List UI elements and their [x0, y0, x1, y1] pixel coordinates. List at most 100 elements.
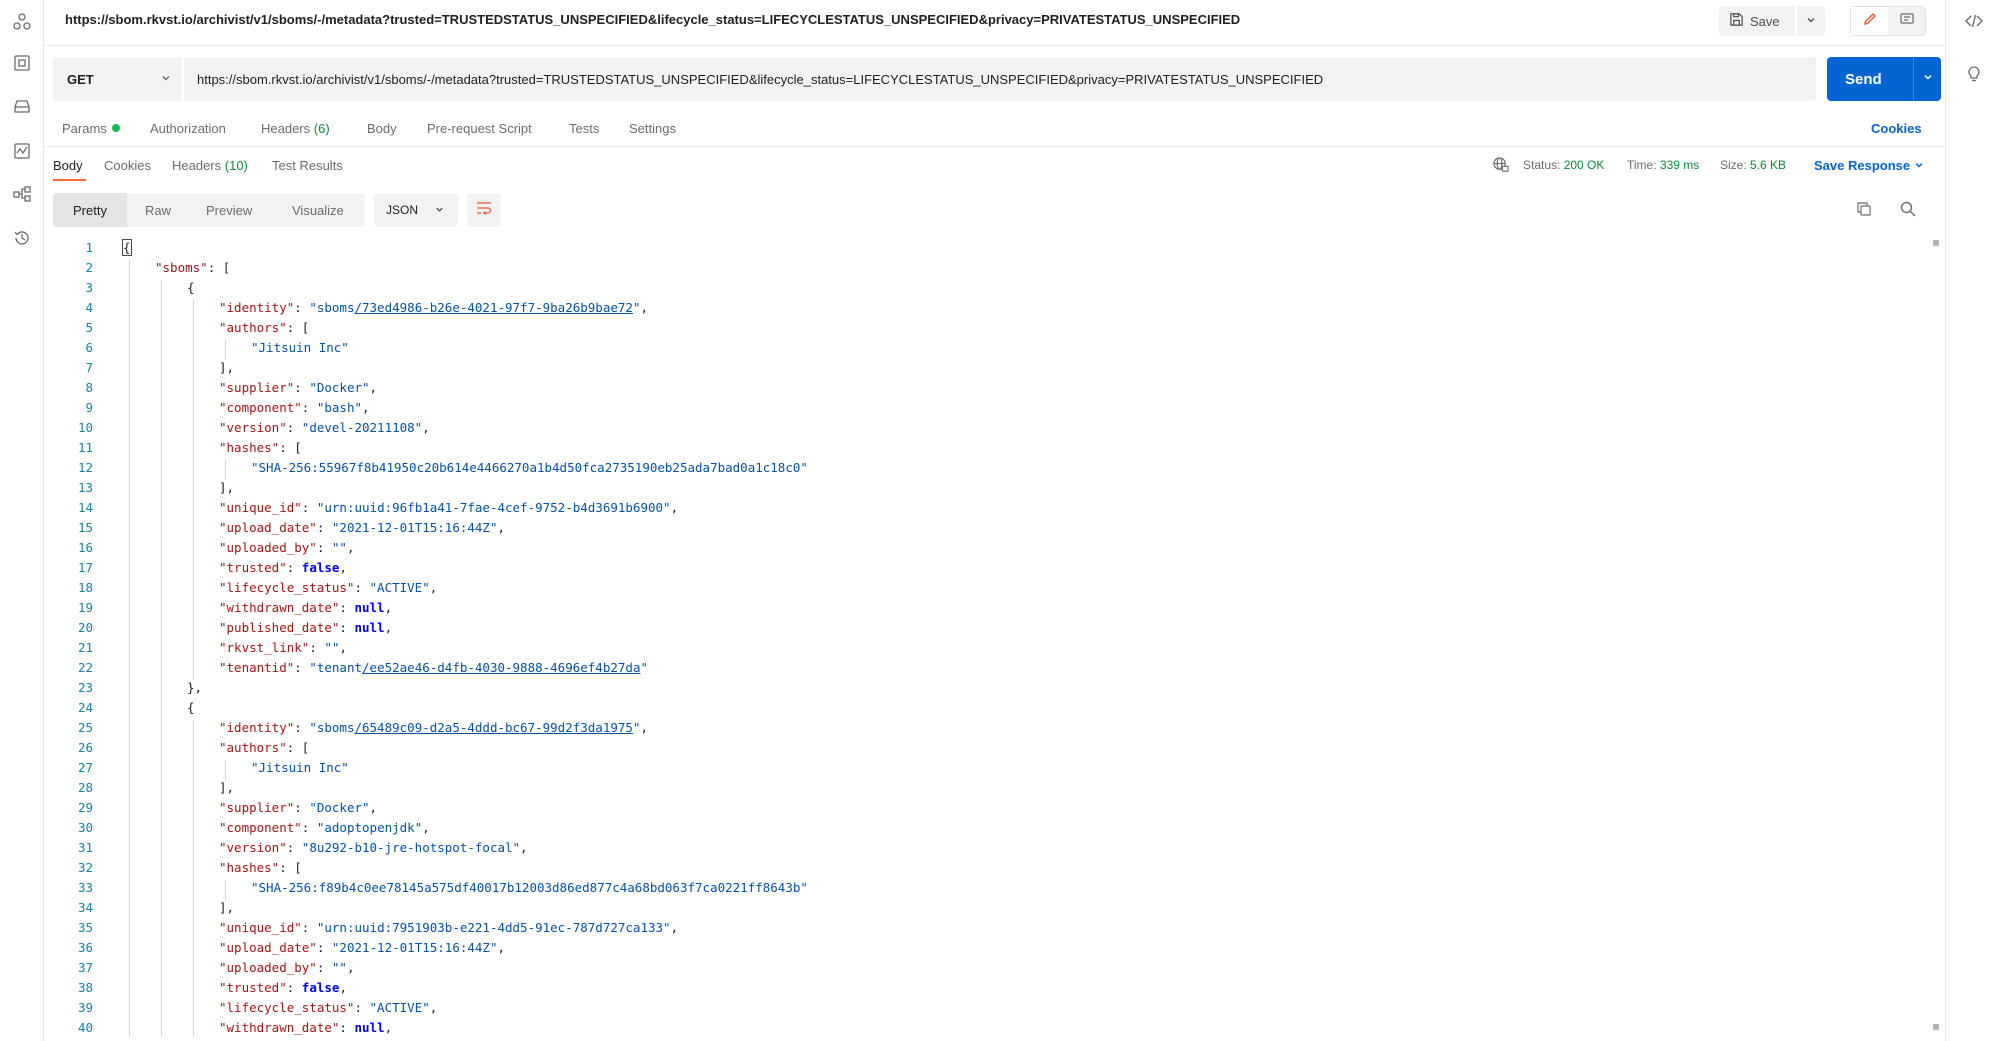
- json-punctuation: },: [187, 680, 203, 695]
- code-line: 39 "lifecycle_status": "ACTIVE",: [53, 998, 1933, 1018]
- code-text: {: [187, 698, 195, 718]
- code-line: 27 "Jitsuin Inc": [53, 758, 1933, 778]
- code-line: 10 "version": "devel-20211108",: [53, 418, 1933, 438]
- json-link[interactable]: /ee52ae46-d4fb-4030-9888-4696ef4b27da: [362, 660, 640, 675]
- cookies-link[interactable]: Cookies: [1871, 121, 1922, 136]
- history-icon[interactable]: [12, 228, 32, 248]
- json-punctuation: ,: [497, 520, 506, 535]
- code-text: "upload_date": "2021-12-01T15:16:44Z",: [219, 938, 505, 958]
- edit-mode-button[interactable]: [1851, 7, 1888, 35]
- tab-body[interactable]: Body: [367, 121, 397, 136]
- json-key: "authors": [219, 740, 287, 755]
- save-response-button[interactable]: Save Response: [1814, 158, 1924, 173]
- tab-params[interactable]: Params: [62, 121, 120, 136]
- tab-tests[interactable]: Tests: [569, 121, 599, 136]
- json-value: "2021-12-01T15:16:44Z": [331, 520, 498, 535]
- code-text: "identity": "sboms/65489c09-d2a5-4ddd-bc…: [219, 718, 648, 738]
- json-value: "ACTIVE": [369, 1000, 430, 1015]
- request-title[interactable]: https://sbom.rkvst.io/archivist/v1/sboms…: [65, 12, 1240, 27]
- json-punctuation: :: [339, 620, 355, 635]
- line-number: 10: [77, 420, 93, 435]
- save-button[interactable]: Save: [1719, 6, 1795, 36]
- code-line: 13],: [53, 478, 1933, 498]
- json-key: "component": [219, 400, 302, 415]
- line-number: 40: [77, 1020, 93, 1035]
- time-label: Time:: [1627, 158, 1657, 172]
- json-key: "sboms": [155, 260, 208, 275]
- line-number: 18: [77, 580, 93, 595]
- send-options-dropdown[interactable]: [1913, 57, 1941, 101]
- json-key: "supplier": [219, 380, 295, 395]
- save-label: Save: [1750, 13, 1780, 29]
- json-punctuation: :: [286, 980, 302, 995]
- json-key: "upload_date": [219, 940, 317, 955]
- line-number: 29: [77, 800, 93, 815]
- comments-button[interactable]: [1888, 7, 1925, 35]
- json-punctuation: ,: [384, 1020, 393, 1035]
- time-value: 339 ms: [1659, 158, 1700, 172]
- flows-icon[interactable]: [12, 184, 32, 204]
- view-preview-button[interactable]: Preview: [206, 193, 252, 227]
- json-punctuation: ,: [640, 300, 648, 315]
- tab-response-cookies[interactable]: Cookies: [104, 158, 151, 173]
- json-punctuation: :: [339, 600, 355, 615]
- tab-pre-request-script[interactable]: Pre-request Script: [427, 121, 532, 136]
- tab-authorization[interactable]: Authorization: [150, 121, 226, 136]
- collections-icon[interactable]: [12, 12, 32, 32]
- code-line: 1{: [53, 238, 1933, 258]
- format-select[interactable]: JSON: [374, 193, 458, 227]
- json-punctuation: :: [294, 300, 310, 315]
- response-time: Time: 339 ms: [1627, 158, 1699, 172]
- wrap-lines-button[interactable]: [467, 193, 501, 227]
- code-icon[interactable]: [1964, 11, 1984, 31]
- code-text: "sboms": [: [155, 258, 230, 278]
- search-icon[interactable]: [1899, 200, 1919, 220]
- code-line: 32 "hashes": [: [53, 858, 1933, 878]
- line-number: 22: [77, 660, 93, 675]
- copy-icon[interactable]: [1855, 200, 1875, 220]
- line-number: 37: [77, 960, 93, 975]
- json-value: "SHA-256:f89b4c0ee78145a575df40017b12003…: [251, 880, 808, 895]
- tab-settings[interactable]: Settings: [629, 121, 676, 136]
- response-body-viewer[interactable]: 1{2 "sboms": [3{4 "identity": "sboms/73ed4…: [53, 236, 1945, 1036]
- save-options-dropdown[interactable]: [1797, 6, 1825, 36]
- json-punctuation: : [: [279, 440, 302, 455]
- view-raw-button[interactable]: Raw: [145, 193, 171, 227]
- json-punctuation: ],: [219, 480, 235, 495]
- request-url-input[interactable]: https://sbom.rkvst.io/archivist/v1/sboms…: [184, 57, 1816, 101]
- tab-response-headers[interactable]: Headers (10): [172, 158, 248, 173]
- json-punctuation: ,: [369, 380, 378, 395]
- environments-icon[interactable]: [12, 53, 32, 73]
- code-text: "supplier": "Docker",: [219, 798, 377, 818]
- json-key: "published_date": [219, 620, 340, 635]
- globe-icon[interactable]: [1492, 156, 1509, 178]
- tab-response-body[interactable]: Body: [53, 158, 83, 173]
- lightbulb-icon[interactable]: [1964, 63, 1984, 83]
- json-punctuation: :: [316, 960, 332, 975]
- line-number: 32: [77, 860, 93, 875]
- code-line: 11 "hashes": [: [53, 438, 1933, 458]
- json-link[interactable]: /65489c09-d2a5-4ddd-bc67-99d2f3da1975: [354, 720, 632, 735]
- json-key: "identity": [219, 300, 295, 315]
- json-punctuation: ,: [384, 600, 393, 615]
- json-key: "identity": [219, 720, 295, 735]
- code-line: 18 "lifecycle_status": "ACTIVE",: [53, 578, 1933, 598]
- json-punctuation: :: [294, 800, 310, 815]
- tab-test-results[interactable]: Test Results: [272, 158, 343, 173]
- line-number: 6: [85, 340, 93, 355]
- monitors-icon[interactable]: [12, 141, 32, 161]
- json-punctuation: {: [122, 239, 132, 256]
- view-pretty-button[interactable]: Pretty: [53, 193, 127, 227]
- line-number: 23: [77, 680, 93, 695]
- tab-headers[interactable]: Headers (6): [261, 121, 330, 136]
- status-value: 200 OK: [1563, 158, 1605, 172]
- send-button[interactable]: Send: [1827, 57, 1913, 101]
- code-text: "Jitsuin Inc": [251, 338, 349, 358]
- view-visualize-button[interactable]: Visualize: [292, 193, 344, 227]
- json-link[interactable]: /73ed4986-b26e-4021-97f7-9ba26b9bae72: [354, 300, 632, 315]
- code-line: 33 "SHA-256:f89b4c0ee78145a575df40017b120…: [53, 878, 1933, 898]
- line-number: 28: [77, 780, 93, 795]
- http-method-select[interactable]: GET: [53, 57, 182, 101]
- mock-servers-icon[interactable]: [12, 97, 32, 117]
- json-punctuation: : [: [286, 320, 310, 335]
